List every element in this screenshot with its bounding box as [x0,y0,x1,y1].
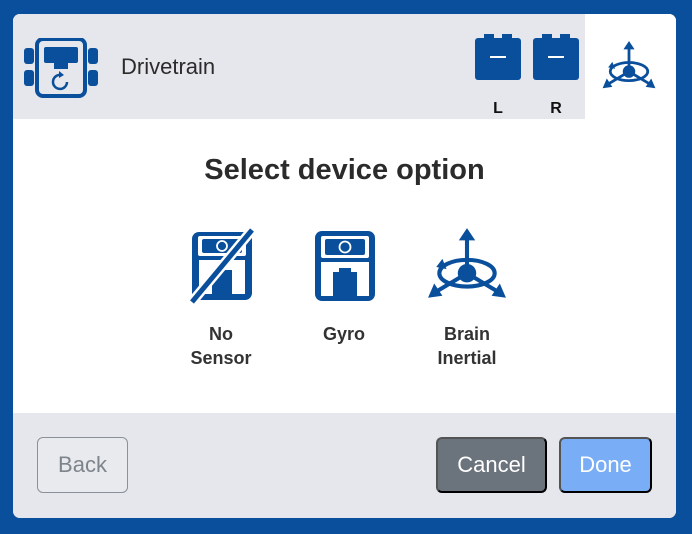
motor-port-right[interactable]: R [532,34,580,117]
device-dialog: Drivetrain L R Select device option No S… [13,14,676,518]
option-brain-inertial-label: Brain Inertial [437,324,497,368]
motor-right-label: R [550,100,562,117]
motor-port-left[interactable]: L [474,34,522,117]
motor-right-icon [533,34,579,80]
option-gyro[interactable]: Gyro [289,226,399,386]
no-sensor-icon [188,228,256,304]
option-gyro-label: Gyro [322,324,365,344]
option-brain-inertial[interactable]: Brain Inertial [412,226,522,386]
cancel-button[interactable]: Cancel [436,437,547,493]
inertial-sensor-tab[interactable] [585,14,676,119]
option-no-sensor-label: No Sensor [190,324,252,368]
inertial-tab-icon [602,41,656,89]
drivetrain-title: Drivetrain [121,54,216,79]
done-button[interactable]: Done [559,437,652,493]
dialog-header: Drivetrain L R [13,14,676,119]
brain-inertial-icon [428,228,506,298]
motor-left-icon [475,34,521,80]
back-button[interactable]: Back [37,437,128,493]
dialog-heading: Select device option [204,154,485,186]
dialog-footer: Back Cancel Done [13,413,676,518]
drivetrain-icon [23,37,99,98]
motor-left-label: L [493,100,503,117]
gyro-icon [315,231,375,301]
option-no-sensor[interactable]: No Sensor [166,226,276,386]
